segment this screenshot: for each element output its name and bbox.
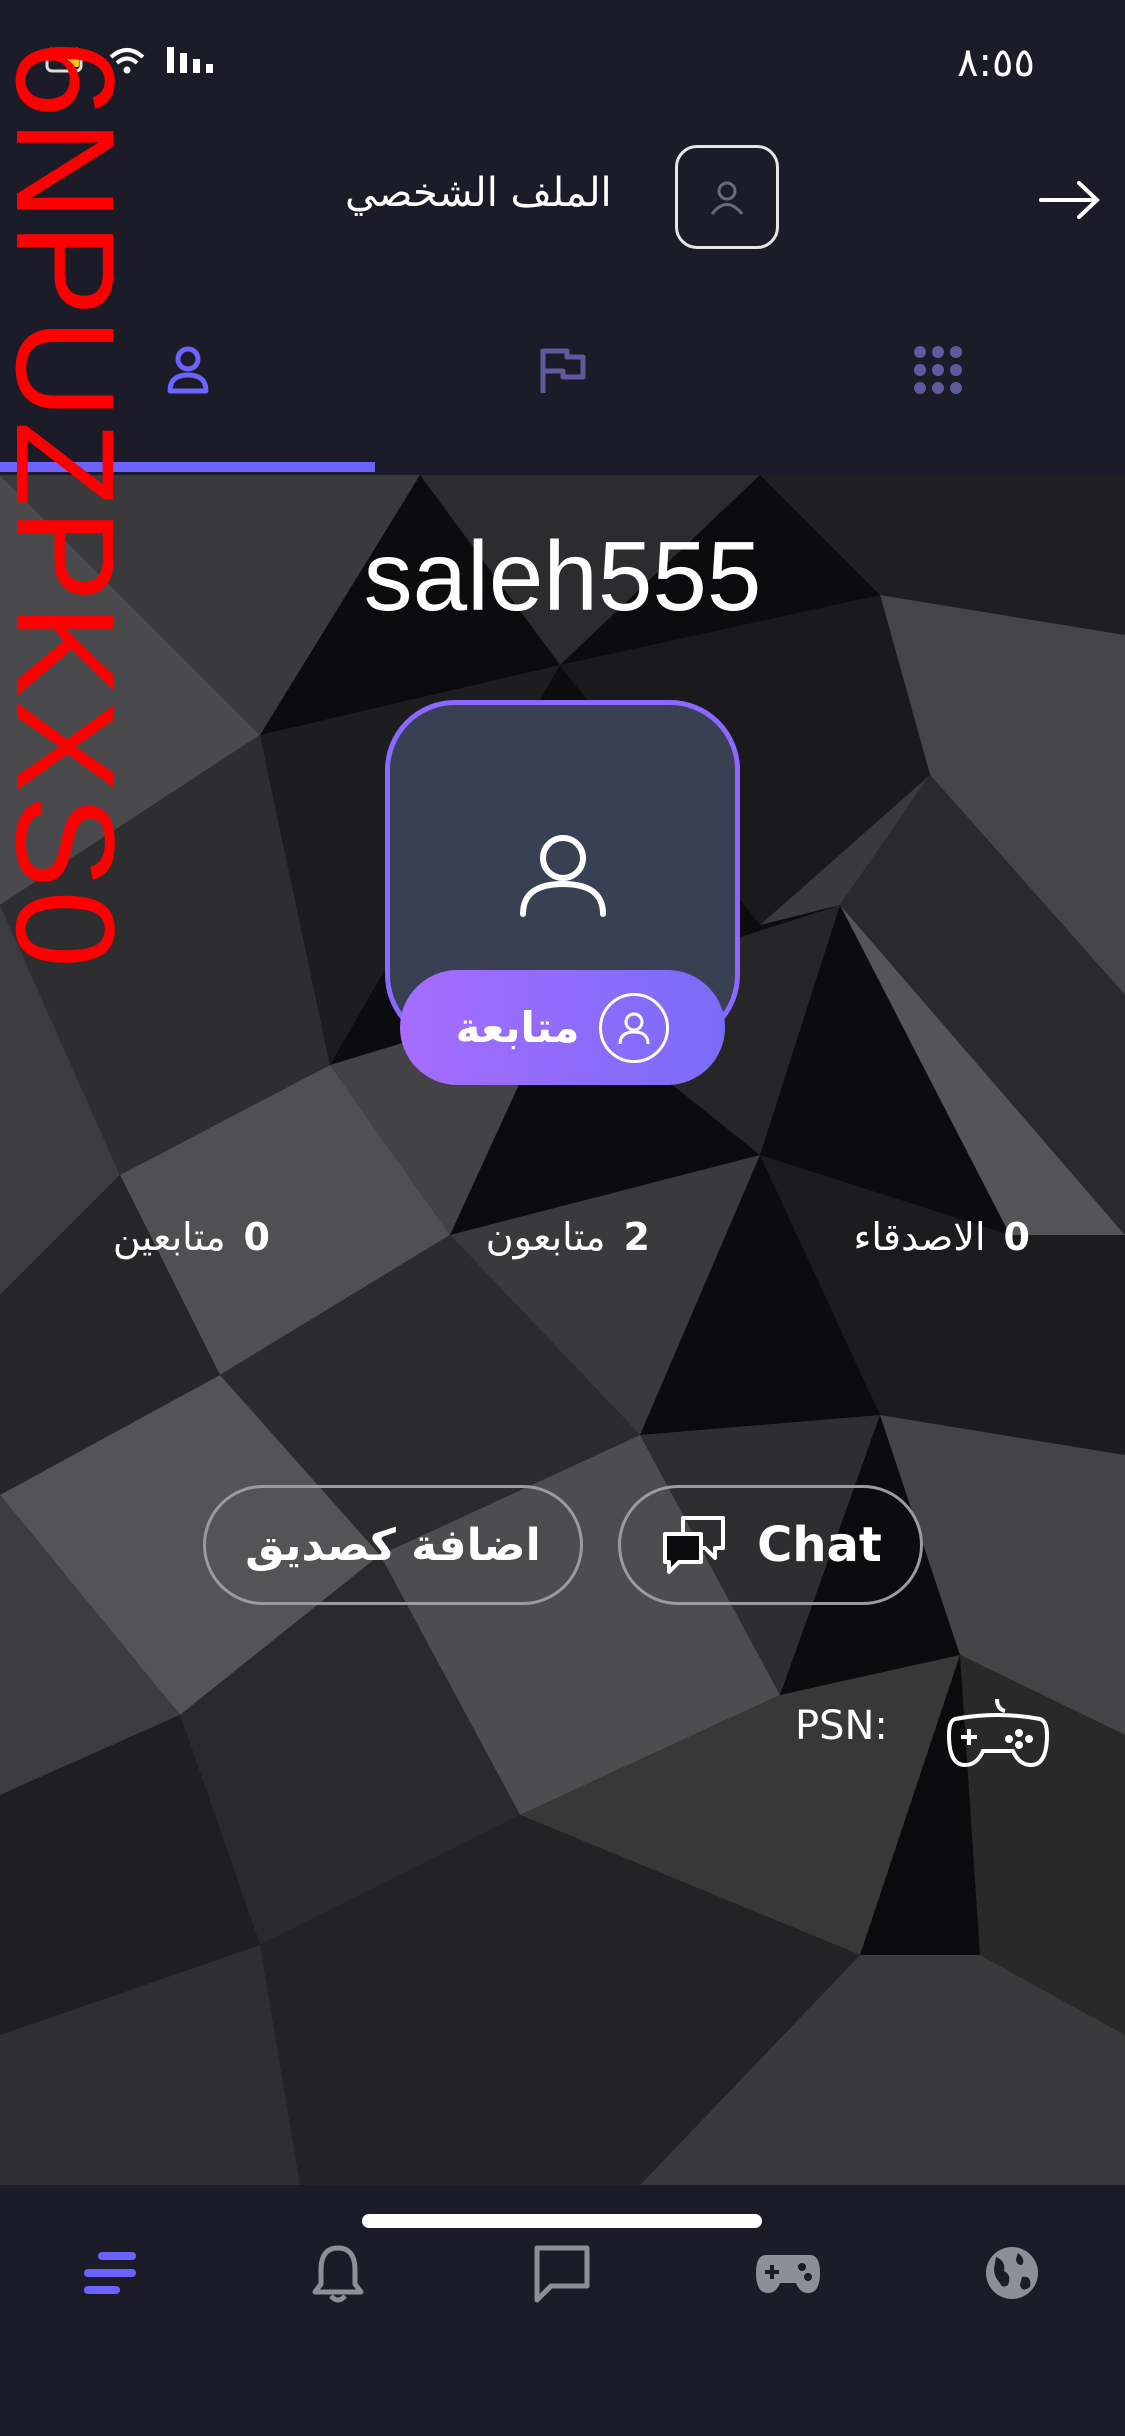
profile-tabs [0, 270, 1125, 475]
nav-notifications[interactable] [298, 2233, 378, 2313]
home-indicator[interactable] [362, 2214, 762, 2228]
chat-icon [534, 2245, 590, 2303]
page-title: الملف الشخصي [345, 170, 612, 216]
tab-grid[interactable] [750, 340, 1125, 400]
tab-flags[interactable] [375, 340, 750, 400]
following-label: متابعين [112, 1215, 226, 1259]
nav-explore[interactable] [972, 2233, 1052, 2313]
gamepad-icon [946, 1698, 1050, 1768]
status-bar: ٨:٥٥ [0, 0, 1125, 130]
gamepad-icon [756, 2255, 820, 2293]
stat-friends[interactable]: 0 الاصدقاء [853, 1215, 1030, 1259]
globe-icon [986, 2247, 1038, 2299]
chat-button[interactable]: Chat [618, 1485, 923, 1605]
add-friend-label: اضافة كصديق [245, 1519, 541, 1571]
header: ··· الملف الشخصي [0, 130, 1125, 270]
signal-icon [167, 47, 213, 73]
following-count: 0 [243, 1215, 270, 1259]
menu-icon [84, 2252, 136, 2294]
psn-label: PSN: [795, 1703, 888, 1749]
status-time: ٨:٥٥ [957, 40, 1035, 86]
grid-icon [913, 346, 962, 394]
chat-label: Chat [757, 1517, 882, 1573]
header-avatar[interactable] [675, 145, 779, 249]
friends-count: 0 [1003, 1215, 1030, 1259]
add-friend-button[interactable]: اضافة كصديق [203, 1485, 583, 1605]
watermark: 6NPUZPKXS0 [0, 0, 144, 1010]
username: saleh555 [363, 521, 762, 631]
nav-messages[interactable] [522, 2233, 602, 2313]
friends-label: الاصدقاء [853, 1215, 986, 1259]
chat-bubbles-icon [663, 1516, 726, 1574]
person-icon [519, 834, 606, 917]
follow-person-icon [599, 992, 670, 1063]
follow-label: متابعة [455, 1003, 580, 1052]
back-arrow-icon[interactable] [1035, 175, 1105, 225]
person-icon [167, 346, 208, 394]
person-icon [710, 181, 744, 215]
bell-icon [312, 2245, 364, 2303]
followers-label: متابعون [485, 1215, 606, 1259]
nav-menu[interactable] [70, 2233, 150, 2313]
flag-icon [540, 348, 585, 393]
nav-games[interactable] [748, 2233, 828, 2313]
stat-following[interactable]: 0 متابعين [113, 1215, 270, 1259]
follow-button[interactable]: متابعة [400, 970, 725, 1085]
profile-main: saleh555 متابعة 0 الاصدقاء 2 متابعون 0 متاب… [0, 475, 1125, 2185]
followers-count: 2 [623, 1215, 650, 1259]
stat-followers[interactable]: 2 متابعون [486, 1215, 650, 1259]
watermark-text: 6NPUZPKXS0 [0, 39, 144, 971]
profile-stats: 0 الاصدقاء 2 متابعون 0 متابعين [0, 1215, 1125, 1275]
